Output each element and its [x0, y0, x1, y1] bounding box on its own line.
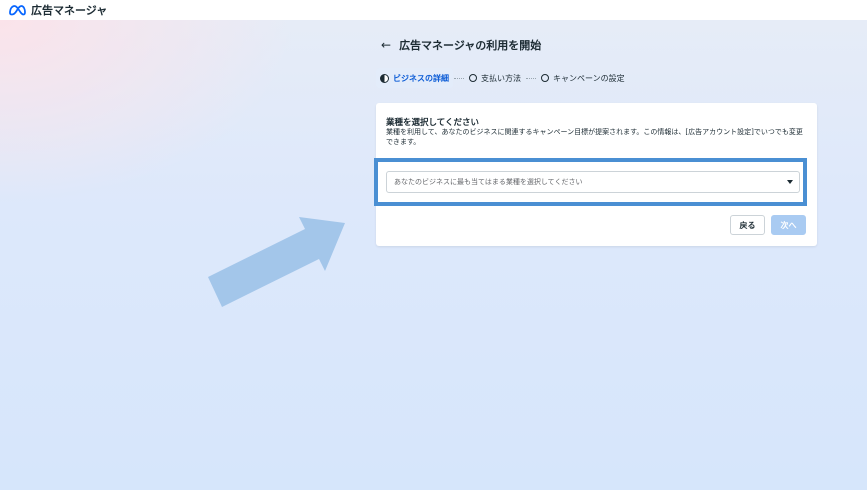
- step-label: ビジネスの詳細: [393, 73, 449, 83]
- meta-logo-icon[interactable]: [8, 1, 26, 20]
- empty-circle-icon: [541, 74, 549, 82]
- progress-steps: ビジネスの詳細 支払い方法 キャンペーンの設定: [376, 68, 629, 88]
- pointer-arrow-icon: [208, 217, 345, 307]
- step-campaign-setup[interactable]: キャンペーンの設定: [537, 68, 629, 88]
- industry-select[interactable]: あなたのビジネスに最も当てはまる業種を選択してください: [386, 171, 800, 193]
- step-label: キャンペーンの設定: [553, 73, 625, 83]
- step-label: 支払い方法: [481, 73, 521, 83]
- half-filled-circle-icon: [380, 73, 389, 83]
- empty-circle-icon: [469, 74, 477, 82]
- next-button[interactable]: 次へ: [771, 215, 806, 235]
- select-placeholder: あなたのビジネスに最も当てはまる業種を選択してください: [394, 178, 583, 186]
- page-header: ← 広告マネージャの利用を開始: [381, 37, 541, 53]
- step-separator: [454, 77, 464, 79]
- back-button[interactable]: 戻る: [730, 215, 765, 235]
- step-separator: [526, 77, 536, 79]
- step-business-details[interactable]: ビジネスの詳細: [376, 68, 453, 88]
- industry-card: 業種を選択してください 業種を利用して、あなたのビジネスに関連するキャンペーン目…: [374, 103, 817, 246]
- step-payment-method[interactable]: 支払い方法: [465, 68, 525, 88]
- caret-down-icon: [787, 180, 793, 184]
- page-background: [0, 20, 867, 490]
- page-title: 広告マネージャの利用を開始: [399, 39, 542, 52]
- card-description: 業種を利用して、あなたのビジネスに関連するキャンペーン目標が提案されます。この情…: [386, 128, 803, 146]
- top-bar: 広告マネージャ: [0, 0, 867, 20]
- back-arrow-icon[interactable]: ←: [381, 38, 391, 52]
- brand-name: 広告マネージャ: [31, 4, 108, 17]
